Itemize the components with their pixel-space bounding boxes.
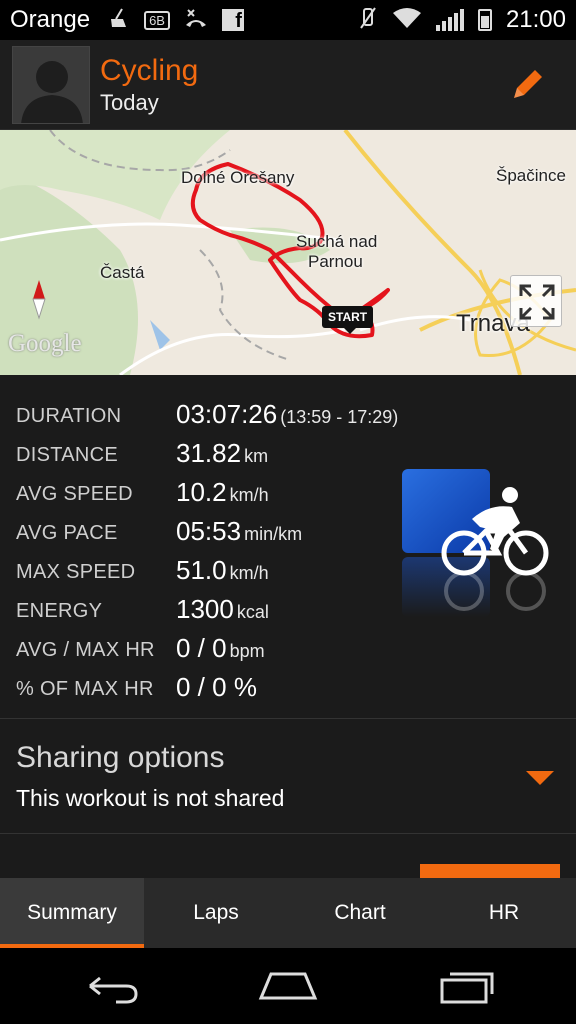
stat-value: 0 / 0 %: [176, 672, 257, 702]
start-marker: START: [322, 306, 374, 334]
pencil-icon: [514, 70, 542, 98]
home-icon[interactable]: [253, 966, 323, 1006]
stat-value: 1300 kcal: [176, 594, 269, 624]
sharing-options[interactable]: Sharing options This workout is not shar…: [0, 718, 576, 834]
carrier-name: Orange: [10, 6, 91, 33]
facebook-icon: f: [221, 9, 244, 32]
fullscreen-button[interactable]: [510, 275, 562, 327]
tab-bar: Summary Laps Chart HR: [0, 878, 576, 948]
cycling-sport-icon: [400, 467, 555, 627]
stat-value: 51.0 km/h: [176, 555, 269, 585]
edit-button[interactable]: [508, 64, 548, 104]
stat-label: AVG PACE: [16, 522, 118, 544]
stat-row-duration: DURATION 03:07:26 (13:59 - 17:29): [0, 397, 576, 436]
partial-action-button[interactable]: [420, 864, 560, 878]
map-label-casta: Častá: [100, 263, 145, 282]
tab-laps[interactable]: Laps: [144, 878, 288, 948]
route-map[interactable]: Dolné Orešany Suchá nad Parnou Častá Trn…: [0, 130, 576, 375]
avatar[interactable]: [12, 46, 90, 124]
stat-value: 10.2 km/h: [176, 477, 269, 507]
missed-call-icon: [184, 7, 208, 33]
tab-hr[interactable]: HR: [432, 878, 576, 948]
stat-row-pct-max-hr: % OF MAX HR 0 / 0 %: [0, 670, 576, 709]
map-label-spacince: Špačince: [496, 166, 566, 185]
google-logo: Google: [8, 330, 82, 357]
activity-date: Today: [100, 90, 159, 115]
stat-label: % OF MAX HR: [16, 678, 154, 700]
user-silhouette-icon: [21, 61, 83, 123]
stat-label: AVG SPEED: [16, 483, 133, 505]
back-icon[interactable]: [76, 966, 146, 1006]
stat-row-avg-max-hr: AVG / MAX HR 0 / 0 bpm: [0, 631, 576, 670]
navigation-bar: [0, 948, 576, 1024]
map-label-parnou: Parnou: [308, 252, 363, 271]
stat-value: 0 / 0 bpm: [176, 633, 265, 663]
network-badge-icon: 6B: [144, 10, 170, 30]
stat-value: 05:53 min/km: [176, 516, 303, 546]
recents-icon[interactable]: [432, 966, 502, 1006]
stat-value: 03:07:26 (13:59 - 17:29): [176, 399, 399, 429]
stat-value: 31.82 km: [176, 438, 269, 468]
map-label-sucha: Suchá nad: [296, 232, 378, 251]
sharing-status: This workout is not shared: [16, 785, 285, 811]
wifi-icon: [392, 7, 422, 33]
cleaning-icon: [108, 7, 130, 33]
clock: 21:00: [505, 6, 566, 33]
signal-icon: [435, 9, 464, 31]
status-bar: Orange 6B f 21:00: [0, 0, 576, 40]
stat-label: AVG / MAX HR: [16, 639, 155, 661]
workout-stats: DURATION 03:07:26 (13:59 - 17:29) DISTANC…: [0, 375, 576, 718]
compass-icon[interactable]: [28, 278, 50, 325]
stat-label: DISTANCE: [16, 444, 119, 466]
expand-icon: [519, 284, 555, 320]
activity-title: Cycling: [100, 54, 199, 87]
tab-summary[interactable]: Summary: [0, 878, 144, 948]
sharing-title: Sharing options: [16, 741, 225, 774]
battery-icon: [477, 9, 492, 31]
map-background: [0, 130, 576, 375]
chevron-down-icon[interactable]: [526, 771, 554, 785]
stat-label: ENERGY: [16, 600, 103, 622]
mute-icon: [358, 6, 378, 34]
tab-chart[interactable]: Chart: [288, 878, 432, 948]
stat-label: MAX SPEED: [16, 561, 136, 583]
activity-header: Cycling Today: [0, 40, 576, 130]
stat-label: DURATION: [16, 405, 122, 427]
map-label-dolne-oresany: Dolné Orešany: [181, 168, 295, 187]
partial-content: [0, 834, 576, 878]
